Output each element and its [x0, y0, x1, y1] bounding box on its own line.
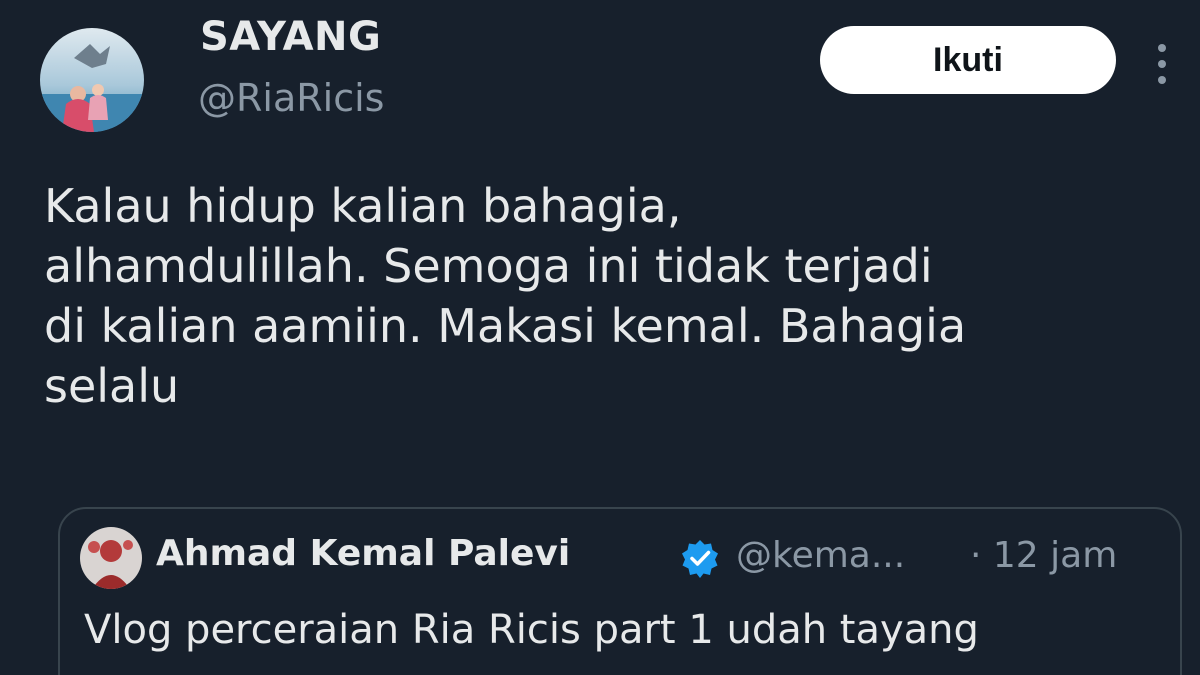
tweet-text-line: Kalau hidup kalian bahagia, — [44, 179, 682, 233]
tweet-text-line: selalu — [44, 359, 180, 413]
tweet-text-line: di kalian aamiin. Makasi kemal. Bahagia — [44, 299, 967, 353]
verified-badge-icon — [680, 538, 720, 578]
quote-timestamp[interactable]: · 12 jam — [970, 535, 1117, 576]
quoted-tweet[interactable]: Ahmad Kemal Palevi @kema... · 12 jam Vlo… — [58, 507, 1182, 675]
quote-display-name[interactable]: Ahmad Kemal Palevi — [156, 533, 570, 574]
display-name[interactable]: SAYANG — [200, 14, 381, 60]
follow-button[interactable]: Ikuti — [820, 26, 1116, 94]
quote-handle[interactable]: @kema... — [736, 535, 905, 576]
tweet-text-line: alhamdulillah. Semoga ini tidak terjadi — [44, 239, 933, 293]
tweet-text: Kalau hidup kalian bahagia, alhamdulilla… — [44, 176, 1174, 416]
quote-avatar[interactable] — [80, 527, 142, 589]
tweet-card: SAYANG @RiaRicis Ikuti Kalau hidup kalia… — [0, 0, 1200, 675]
more-vertical-icon[interactable] — [1154, 40, 1170, 88]
quote-text: Vlog perceraian Ria Ricis part 1 udah ta… — [84, 607, 979, 653]
user-handle[interactable]: @RiaRicis — [198, 76, 384, 120]
profile-avatar[interactable] — [40, 28, 144, 132]
quote-avatar-photo — [80, 527, 142, 589]
avatar-photo — [40, 28, 144, 132]
